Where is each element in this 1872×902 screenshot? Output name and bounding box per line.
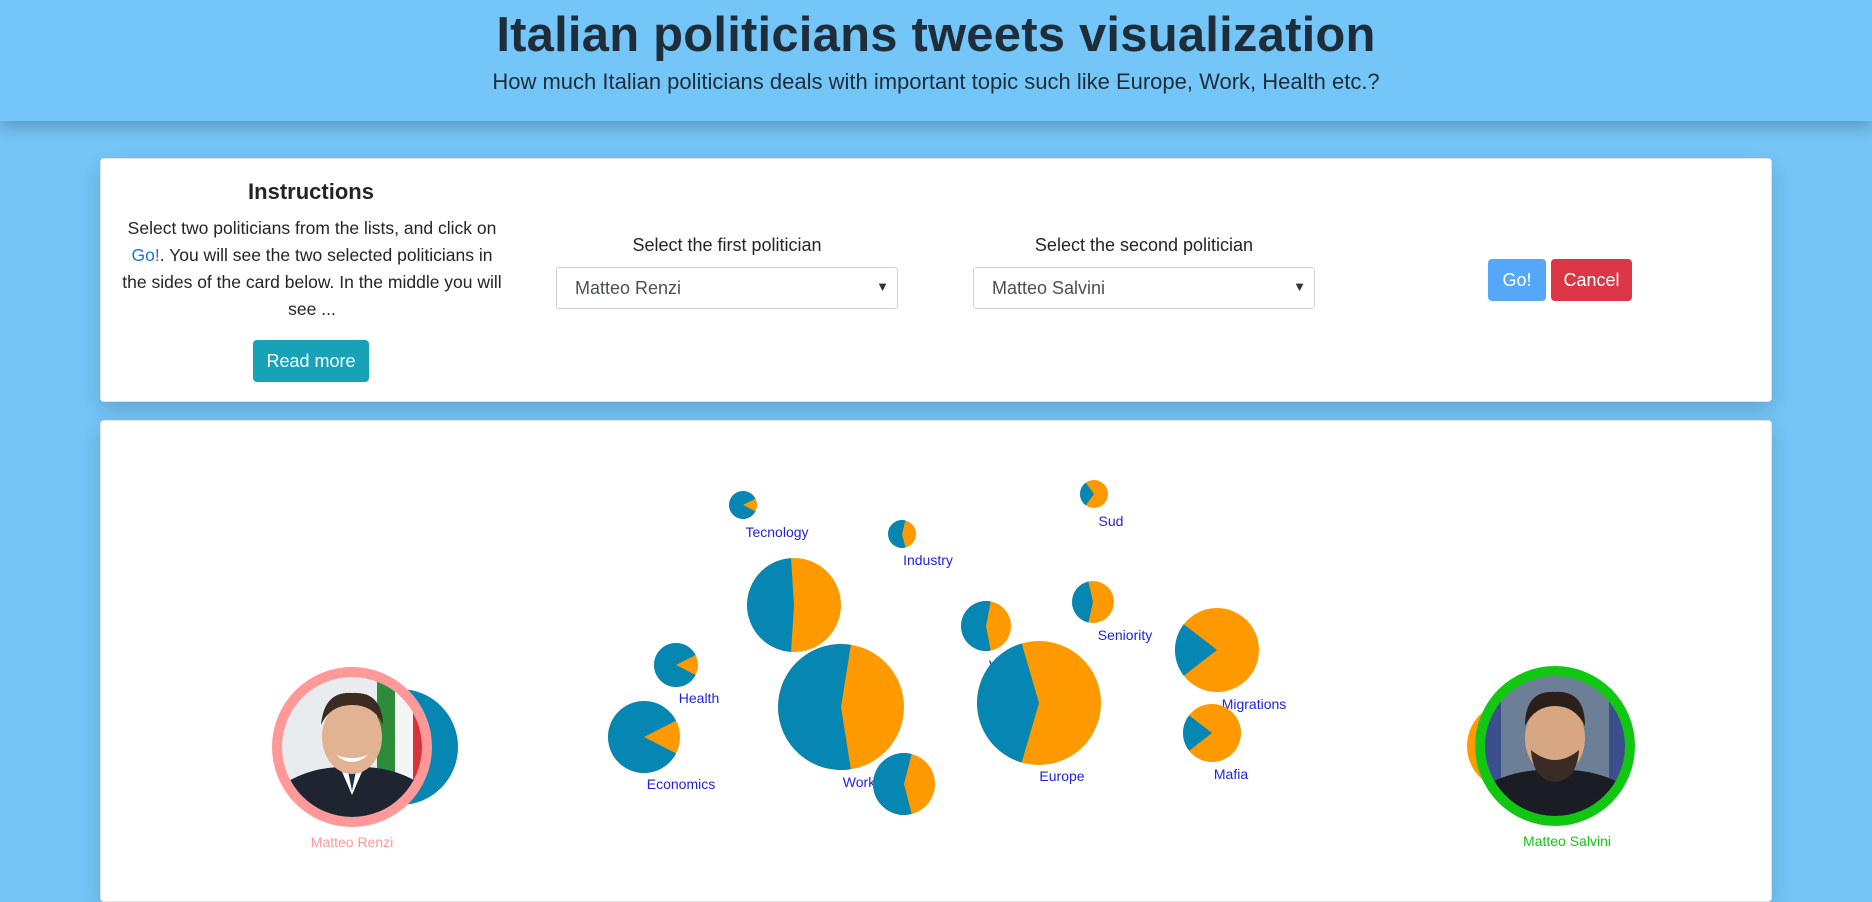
topic-label-europe: Europe	[1039, 768, 1084, 784]
first-politician-select[interactable]: Matteo Renzi ▼	[556, 267, 898, 309]
topic-pie-economics[interactable]	[608, 701, 680, 773]
controls-card: Instructions Select two politicians from…	[100, 158, 1772, 402]
instructions-text: Select two politicians from the lists, a…	[117, 215, 507, 323]
topic-pie-women[interactable]	[960, 601, 1011, 651]
instructions-text-after: . You will see the two selected politici…	[122, 245, 502, 319]
go-link[interactable]: Go!	[132, 245, 160, 265]
topic-label-work: Work	[843, 774, 876, 790]
first-politician-value: Matteo Renzi	[575, 277, 682, 298]
left-politician-name: Matteo Renzi	[311, 834, 393, 850]
second-politician-label: Select the second politician	[1034, 235, 1254, 255]
read-more-button[interactable]: Read more	[253, 340, 369, 382]
instructions-text-before: Select two politicians from the lists, a…	[127, 218, 497, 238]
topic-pie-mafia[interactable]	[1182, 704, 1241, 762]
topic-label-health: Health	[679, 690, 719, 706]
pie-slice-first	[778, 644, 851, 770]
topic-pie-sud[interactable]	[1080, 480, 1108, 508]
topic-pie-migrations[interactable]	[1174, 608, 1259, 692]
left-politician-node[interactable]	[272, 667, 458, 827]
cancel-button[interactable]: Cancel	[1551, 259, 1632, 301]
right-politician-node[interactable]	[1467, 666, 1635, 826]
right-politician-name: Matteo Salvini	[1523, 833, 1611, 849]
page-subtitle: How much Italian politicians deals with …	[492, 69, 1380, 94]
topic-pie-europe[interactable]	[977, 641, 1101, 765]
instructions-title: Instructions	[248, 179, 374, 204]
topic-pie-work[interactable]	[778, 644, 904, 770]
topic-pie-unlabeled-11[interactable]	[747, 558, 841, 652]
topic-pie-unlabeled-12[interactable]	[873, 753, 935, 815]
chevron-down-icon: ▼	[876, 279, 889, 294]
pie-slice-first	[747, 558, 794, 652]
topic-label-migrations: Migrations	[1222, 696, 1287, 712]
page-header: Italian politicians tweets visualization…	[0, 0, 1872, 121]
topic-pies: TecnologyIndustrySudSeniorityWomenMigrat…	[608, 480, 1286, 815]
page-title: Italian politicians tweets visualization	[496, 8, 1376, 62]
topic-label-seniority: Seniority	[1098, 627, 1152, 643]
topic-label-economics: Economics	[647, 776, 715, 792]
chevron-down-icon: ▼	[1293, 279, 1306, 294]
second-politician-value: Matteo Salvini	[992, 277, 1106, 298]
topic-pie-seniority[interactable]	[1072, 581, 1114, 623]
avatar-salvini	[1485, 676, 1625, 816]
go-button[interactable]: Go!	[1488, 259, 1546, 301]
visualization-card: TecnologyIndustrySudSeniorityWomenMigrat…	[100, 420, 1772, 902]
topic-label-mafia: Mafia	[1214, 766, 1248, 782]
topic-pie-health[interactable]	[654, 643, 698, 687]
topic-label-sud: Sud	[1099, 513, 1124, 529]
topic-pie-tecnology[interactable]	[729, 491, 757, 519]
topic-pie-industry[interactable]	[888, 520, 916, 548]
topic-label-tecnology: Tecnology	[745, 524, 808, 540]
second-politician-select[interactable]: Matteo Salvini ▼	[973, 267, 1315, 309]
topic-label-industry: Industry	[903, 552, 953, 568]
first-politician-label: Select the first politician	[632, 235, 822, 255]
topic-visualization: TecnologyIndustrySudSeniorityWomenMigrat…	[272, 480, 1635, 850]
